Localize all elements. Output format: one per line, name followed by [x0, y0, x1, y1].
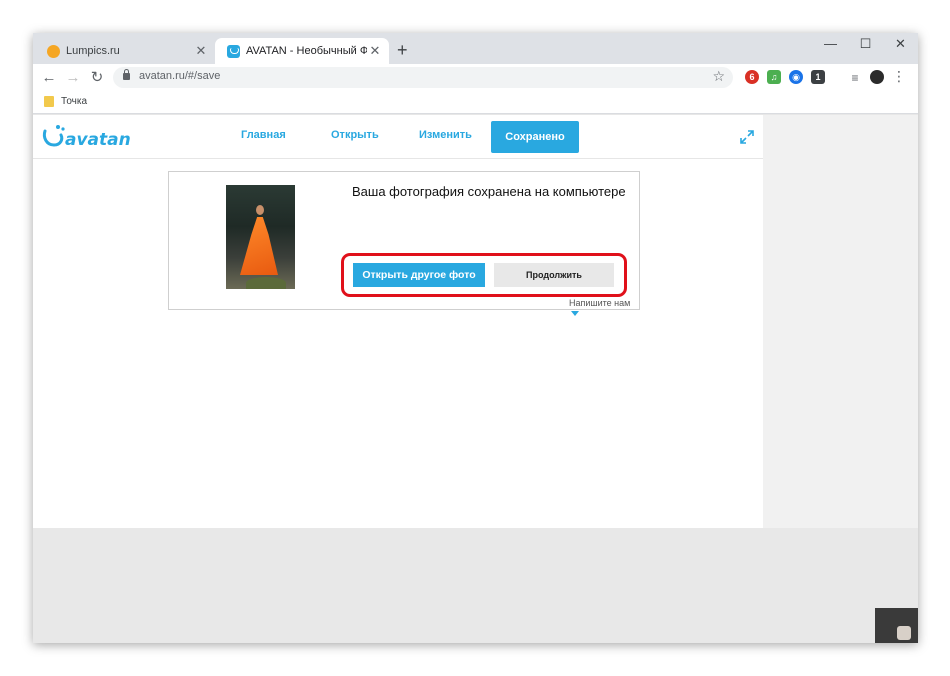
reading-list-icon[interactable]: ≡ [845, 68, 865, 88]
browser-menu-icon[interactable]: ⋮ [892, 68, 906, 85]
bookmarks-bar: Точка [33, 92, 918, 114]
tab-avatan[interactable]: AVATAN - Необычный Фоторед ✕ [215, 38, 389, 64]
nav-saved-tab[interactable]: Сохранено [491, 121, 579, 153]
nav-home-link[interactable]: Главная [241, 129, 286, 141]
saved-photo-thumbnail [226, 185, 295, 289]
feedback-link[interactable]: Напишите нам [569, 298, 639, 318]
tab-lumpics[interactable]: Lumpics.ru ✕ [35, 38, 215, 64]
maximize-button[interactable]: ☐ [848, 33, 883, 57]
vpn-extension-icon[interactable]: ◉ [789, 70, 803, 84]
minimize-button[interactable]: — [813, 33, 848, 57]
bottom-empty-area [33, 528, 918, 643]
continue-button[interactable]: Продолжить [494, 263, 614, 287]
nav-open-link[interactable]: Открыть [331, 129, 379, 141]
bookmark-star-icon[interactable]: ☆ [712, 68, 725, 85]
close-window-button[interactable]: ✕ [883, 33, 918, 57]
bookmark-tochka[interactable]: Точка [61, 96, 87, 107]
back-arrow-icon[interactable]: ← [39, 68, 59, 88]
new-tab-button[interactable]: + [397, 41, 408, 59]
opera-extension-icon[interactable]: 6 [745, 70, 759, 84]
corner-thumbnail [875, 608, 918, 643]
browser-toolbar: ← → ↻ avatan.ru/#/save ☆ 6 ♫ ◉ 1 ≡ ⋮ [33, 64, 918, 92]
reload-icon[interactable]: ↻ [87, 68, 107, 88]
site-header: avatan Главная Открыть Изменить Сохранен… [33, 115, 763, 159]
fullscreen-expand-icon[interactable] [739, 129, 755, 145]
nav-edit-link[interactable]: Изменить [419, 129, 472, 141]
saved-message: Ваша фотография сохранена на компьютере [352, 184, 626, 199]
close-tab-icon[interactable]: ✕ [367, 43, 383, 59]
folder-icon [44, 96, 54, 107]
feedback-label: Напишите нам [569, 298, 631, 308]
save-result-panel: Ваша фотография сохранена на компьютере … [168, 171, 640, 317]
music-extension-icon[interactable]: ♫ [767, 70, 781, 84]
logo-text: avatan [65, 130, 131, 150]
avatan-favicon-icon [227, 44, 240, 58]
tab-strip: Lumpics.ru ✕ AVATAN - Необычный Фоторед … [33, 33, 918, 64]
extension-icon[interactable]: 1 [811, 70, 825, 84]
web-page: avatan Главная Открыть Изменить Сохранен… [33, 115, 763, 528]
lock-icon [123, 69, 130, 80]
tab-title: Lumpics.ru [66, 45, 120, 57]
browser-window: Lumpics.ru ✕ AVATAN - Необычный Фоторед … [33, 33, 918, 643]
photo-figure-dress [240, 217, 278, 275]
close-tab-icon[interactable]: ✕ [193, 43, 209, 59]
open-another-photo-button[interactable]: Открыть другое фото [353, 263, 485, 287]
photo-rock [246, 277, 286, 289]
address-bar[interactable]: avatan.ru/#/save ☆ [113, 67, 733, 88]
url-text: avatan.ru/#/save [139, 70, 221, 82]
lumpics-favicon-icon [47, 44, 60, 58]
profile-avatar[interactable] [870, 70, 884, 84]
extension-badge: 1 [815, 72, 821, 82]
forward-arrow-icon[interactable]: → [63, 68, 83, 88]
caret-down-icon [571, 311, 579, 317]
screenshot-background: Lumpics.ru ✕ AVATAN - Необычный Фоторед … [0, 0, 950, 676]
photo-figure-head [256, 205, 264, 215]
extension-badge: 6 [749, 72, 755, 82]
tab-title: AVATAN - Необычный Фоторед [246, 45, 367, 57]
avatan-logo[interactable]: avatan [41, 123, 133, 151]
right-sidebar-area [763, 115, 918, 528]
